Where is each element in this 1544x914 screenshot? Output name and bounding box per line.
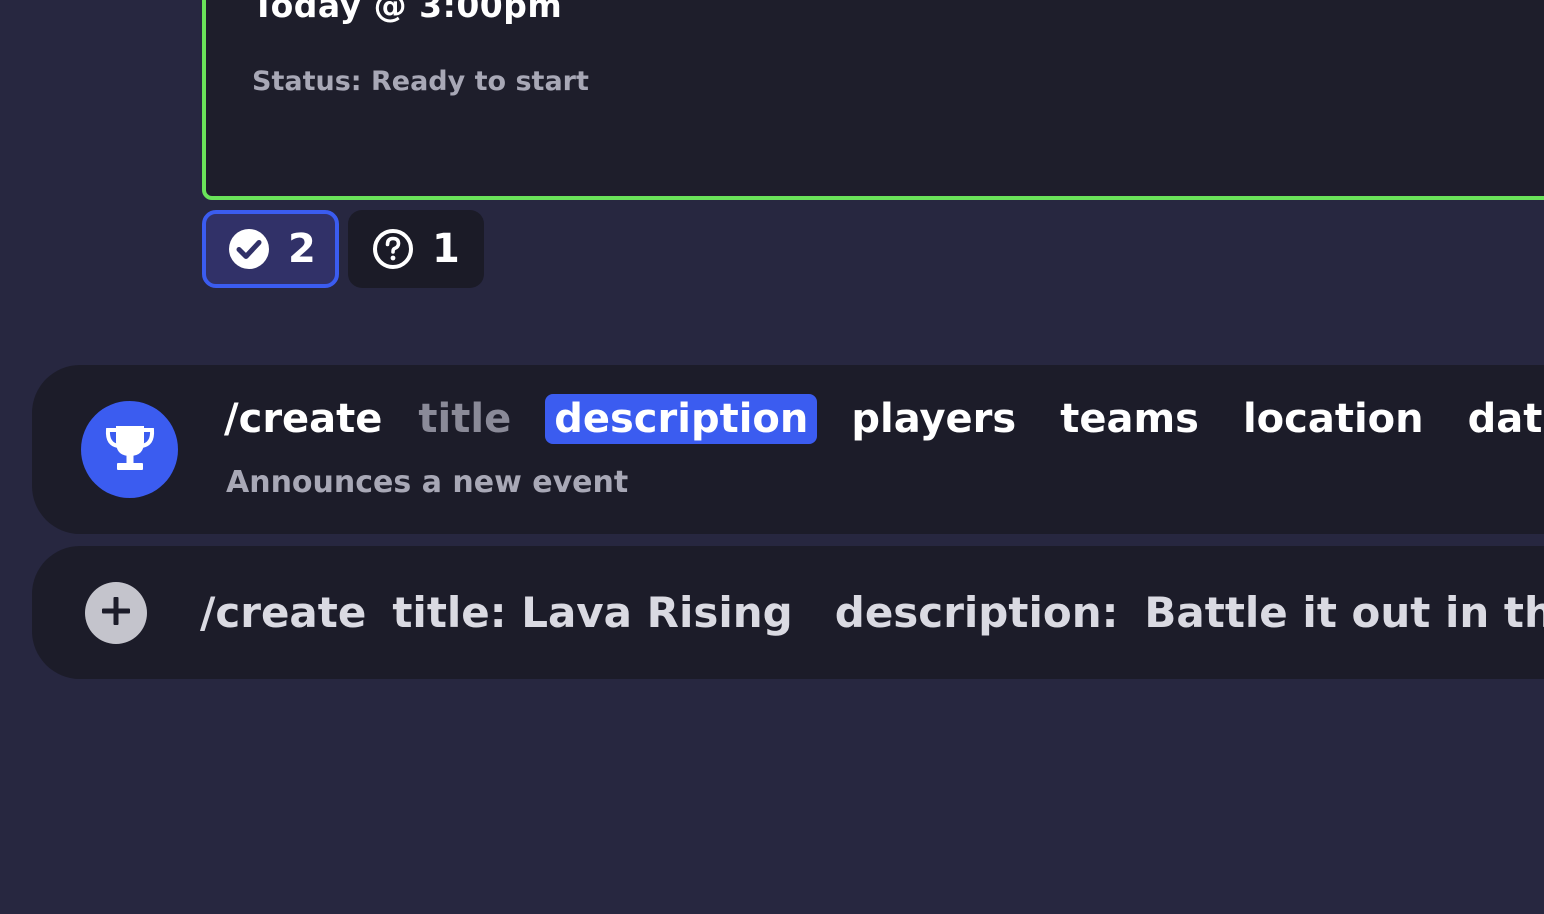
command-suggestion[interactable]: /create title description players teams … bbox=[32, 365, 1544, 534]
composer-description-label: description: bbox=[834, 587, 1119, 637]
event-status: Status: Ready to start bbox=[252, 66, 589, 97]
reaction-going-button[interactable]: 2 bbox=[202, 210, 339, 288]
option-players[interactable]: players bbox=[851, 396, 1016, 442]
option-location[interactable]: location bbox=[1243, 396, 1424, 442]
event-card: Today @ 3:00pm Status: Ready to start bbox=[202, 0, 1544, 200]
plus-icon bbox=[99, 594, 133, 632]
attach-button[interactable] bbox=[85, 582, 147, 644]
command-avatar bbox=[81, 401, 178, 498]
command-name: /create bbox=[224, 396, 383, 442]
command-description: Announces a new event bbox=[226, 465, 629, 500]
reaction-going-count: 2 bbox=[288, 226, 316, 272]
check-circle-icon bbox=[228, 228, 270, 270]
option-description[interactable]: description bbox=[545, 394, 818, 444]
composer-command: /create bbox=[200, 587, 367, 637]
event-time: Today @ 3:00pm bbox=[252, 0, 563, 25]
question-circle-icon bbox=[372, 228, 414, 270]
command-signature: /create title description players teams … bbox=[224, 391, 1544, 447]
chat-view: Today @ 3:00pm Status: Ready to start 2 … bbox=[0, 0, 1544, 914]
option-teams[interactable]: teams bbox=[1060, 396, 1199, 442]
trophy-icon bbox=[103, 420, 157, 480]
message-composer[interactable]: /create title: Lava Rising description: … bbox=[32, 546, 1544, 679]
option-title[interactable]: title bbox=[418, 396, 511, 442]
reaction-maybe-count: 1 bbox=[432, 226, 460, 272]
option-date[interactable]: date bbox=[1468, 396, 1544, 442]
composer-title-option[interactable]: title: Lava Rising bbox=[392, 588, 792, 637]
composer-description-value[interactable]: Battle it out in the bbox=[1144, 588, 1544, 637]
composer-input[interactable]: /create title: Lava Rising description: … bbox=[200, 584, 1544, 640]
reaction-maybe-button[interactable]: 1 bbox=[348, 210, 484, 288]
